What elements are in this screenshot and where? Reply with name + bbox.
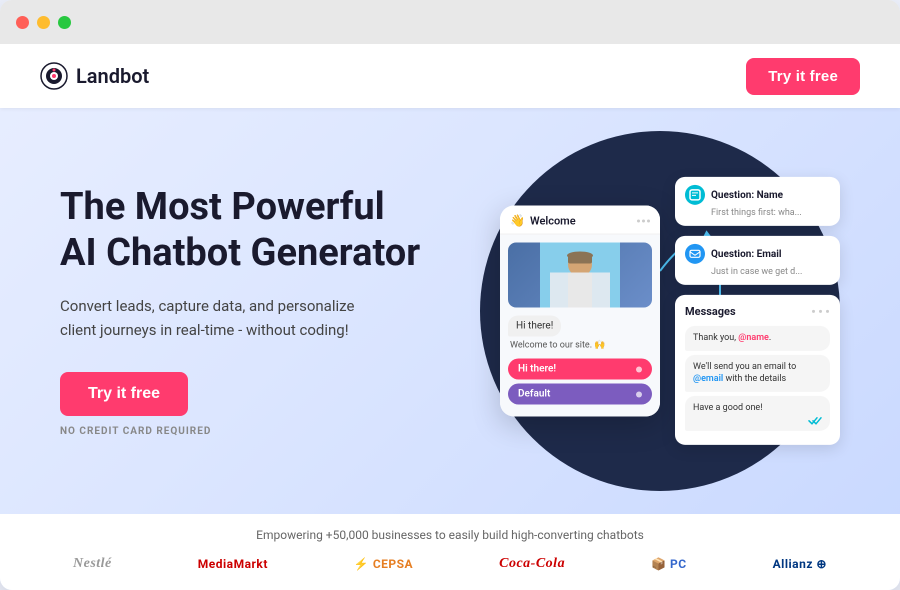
close-dot[interactable] (16, 16, 29, 29)
brand-mediamarkt: MediaMarkt (198, 557, 268, 571)
logo: Landbot (40, 62, 149, 90)
brand-cocacola: Coca-Cola (499, 556, 565, 572)
header-try-btn[interactable]: Try it free (746, 58, 860, 95)
brand-nestle: Nestlé (73, 556, 112, 572)
messages-menu (811, 310, 830, 313)
site-header: Landbot Try it free (0, 44, 900, 108)
name-icon (685, 185, 705, 205)
flow-card-email: Question: Email Just in case we get d... (675, 236, 840, 285)
chat-option-hi[interactable]: Hi there! (508, 359, 652, 380)
no-credit-label: NO CREDIT CARD REQUIRED (60, 426, 480, 437)
logo-text: Landbot (76, 64, 149, 88)
email-card-title: Question: Email (711, 248, 782, 259)
flow-card-name: Question: Name First things first: wha..… (675, 177, 840, 226)
brand-allianz: Allianz ⊕ (773, 557, 827, 571)
logo-icon (40, 62, 68, 90)
phone-menu-dots (637, 219, 650, 222)
maximize-dot[interactable] (58, 16, 71, 29)
msg-bubble-1: Thank you, @name. (685, 326, 830, 351)
hero-headline: The Most Powerful AI Chatbot Generator (60, 185, 480, 276)
read-tick (808, 417, 822, 425)
hero-cta-btn[interactable]: Try it free (60, 372, 188, 416)
main-section: The Most Powerful AI Chatbot Generator C… (0, 108, 900, 514)
phone-title: Welcome (530, 214, 576, 227)
welcome-emoji: 👋 (510, 214, 525, 228)
email-icon (685, 244, 705, 264)
chat-image (508, 243, 652, 308)
empowering-text: Empowering +50,000 businesses to easily … (40, 528, 860, 542)
minimize-dot[interactable] (37, 16, 50, 29)
phone-body: Hi there! Welcome to our site. 🙌 Hi ther… (500, 235, 660, 417)
name-card-title: Question: Name (711, 189, 783, 200)
flow-cards: Question: Name First things first: wha..… (675, 177, 840, 445)
browser-window: Landbot Try it free The Most Powerful AI… (0, 0, 900, 590)
hero-illustration: 👋 Welcome (480, 111, 840, 511)
phone-mockup: 👋 Welcome (500, 206, 660, 417)
chat-bubble-hi: Hi there! (508, 316, 561, 337)
browser-titlebar (0, 0, 900, 44)
brand-pc: 📦 PC (651, 557, 687, 571)
brand-logos-row: Nestlé MediaMarkt ⚡ CEPSA Coca-Cola 📦 PC… (40, 556, 860, 572)
messages-card: Messages Thank you, @name. We'll send y (675, 295, 840, 445)
bottom-section: Empowering +50,000 businesses to easily … (0, 514, 900, 590)
page-content: Landbot Try it free The Most Powerful AI… (0, 44, 900, 590)
person-illustration (540, 243, 620, 308)
phone-header: 👋 Welcome (500, 206, 660, 235)
chat-option-default[interactable]: Default (508, 384, 652, 405)
email-card-sub: Just in case we get d... (711, 267, 830, 277)
brand-cepsa: ⚡ CEPSA (354, 557, 413, 571)
msg-bubble-2: We'll send you an email to @email with t… (685, 354, 830, 391)
chat-bubble-welcome: Welcome to our site. 🙌 (508, 341, 652, 351)
msg-bubble-3: Have a good one! (685, 396, 830, 432)
hero-subtext: Convert leads, capture data, and persona… (60, 294, 390, 342)
window-controls (16, 16, 71, 29)
hero-left: The Most Powerful AI Chatbot Generator C… (60, 185, 480, 437)
messages-title: Messages (685, 305, 736, 318)
name-card-sub: First things first: wha... (711, 208, 830, 218)
